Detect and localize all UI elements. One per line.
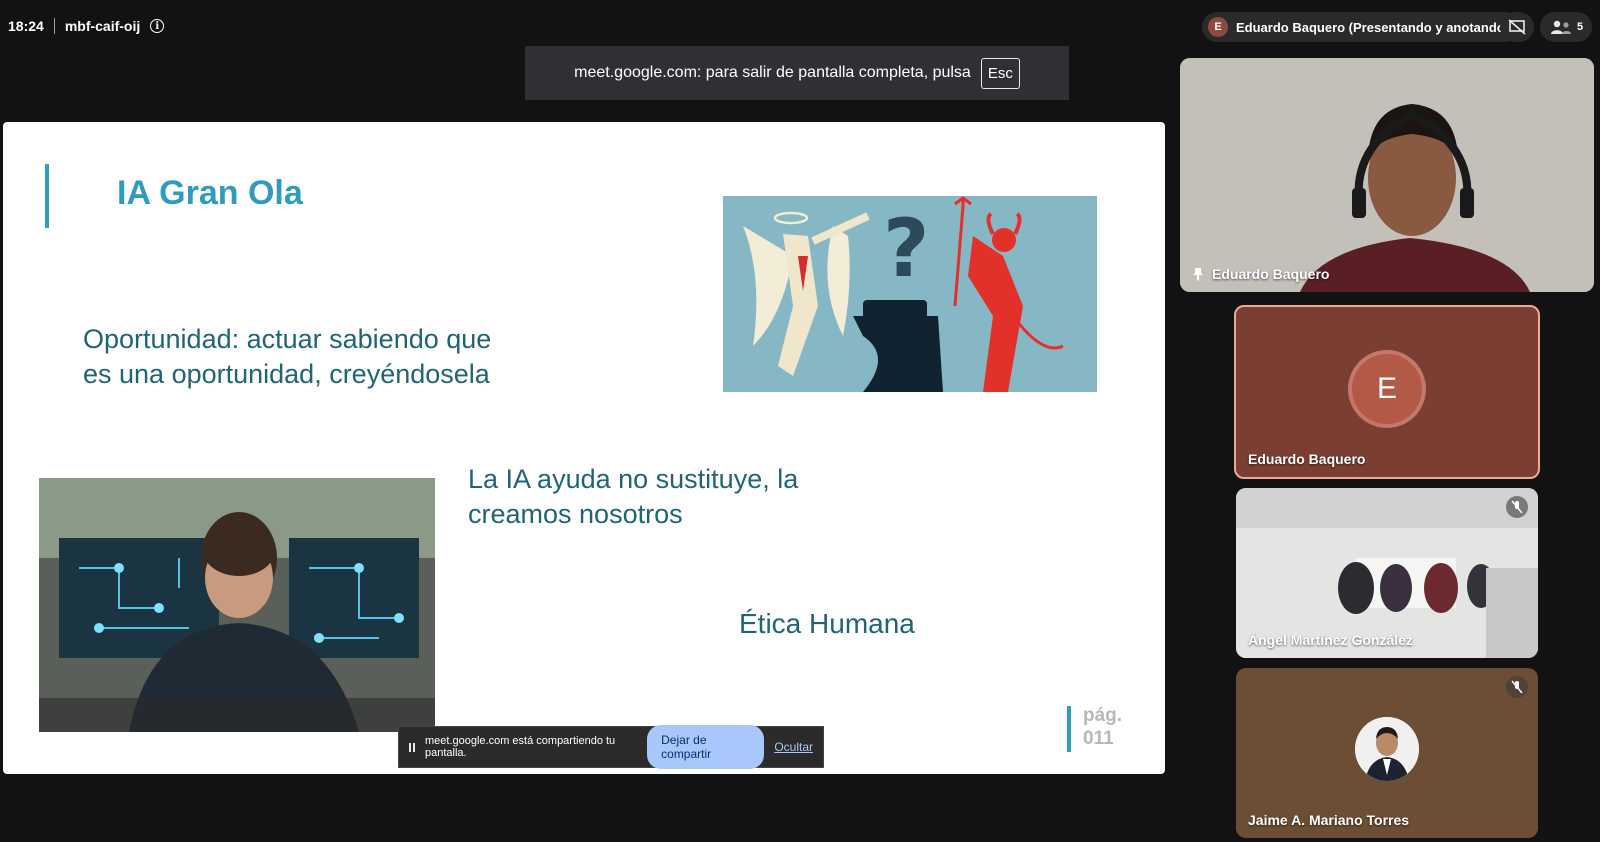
participant-name-tag: Eduardo Baquero — [1192, 266, 1329, 282]
page-accent-bar — [1067, 706, 1071, 752]
title-accent-bar — [45, 164, 49, 228]
stop-sharing-button[interactable]: Dejar de compartir — [647, 725, 765, 769]
page-label: pág. — [1083, 705, 1123, 726]
presenter-label: Eduardo Baquero (Presentando y anotando) — [1236, 19, 1510, 35]
meeting-code: mbf-caif-oij — [64, 18, 141, 34]
people-icon — [1550, 20, 1571, 34]
slide-text-opportunity: Oportunidad: actuar sabiendo que es una … — [83, 324, 492, 389]
participant-count: 5 — [1576, 21, 1584, 33]
participant-name: Ángel Martínez González — [1248, 632, 1413, 648]
participant-name: Jaime A. Mariano Torres — [1248, 812, 1410, 828]
participant-name-tag: Eduardo Baquero — [1248, 451, 1365, 467]
page-number: 011 — [1083, 728, 1114, 749]
esc-key[interactable]: Esc — [980, 57, 1020, 89]
drag-handle-icon[interactable] — [409, 742, 415, 752]
angel-devil-image: ? — [723, 196, 1097, 392]
presentation-off-button[interactable] — [1500, 12, 1534, 42]
slide-title: IA Gran Ola — [117, 174, 303, 212]
share-status-text: meet.google.com está compartiendo tu pan… — [425, 735, 616, 759]
participant-name-tag: Ángel Martínez González — [1248, 632, 1413, 648]
avatar — [1355, 717, 1419, 781]
fullscreen-text: meet.google.com: para salir de pantalla … — [574, 64, 971, 81]
mic-off-icon — [1506, 676, 1528, 698]
meet-window: 18:24 mbf-caif-oij i E Eduardo Baquero (… — [0, 0, 1600, 842]
participant-video — [1180, 58, 1594, 292]
svg-text:?: ? — [883, 202, 929, 295]
person-at-computer-image — [39, 478, 435, 732]
presentation-slide: IA Gran Ola Oportunidad: actuar sabiendo… — [3, 122, 1165, 774]
slide-text-ai-helps: La IA ayuda no sustituye, la creamos nos… — [468, 464, 799, 529]
participant-name-tag: Jaime A. Mariano Torres — [1248, 812, 1409, 828]
meeting-info: 18:24 mbf-caif-oij i — [8, 18, 165, 34]
avatar: E — [1208, 17, 1228, 37]
mic-off-icon — [1506, 496, 1528, 518]
participants-button[interactable]: 5 — [1540, 12, 1592, 42]
pin-icon — [1193, 268, 1203, 281]
participant-name: Eduardo Baquero — [1248, 451, 1366, 467]
hide-link[interactable]: Ocultar — [774, 740, 813, 754]
participant-name: Eduardo Baquero — [1212, 266, 1330, 282]
avatar: E — [1352, 354, 1422, 424]
participant-tile-main[interactable]: Eduardo Baquero — [1180, 58, 1594, 292]
info-icon[interactable]: i — [150, 19, 165, 33]
clock: 18:24 — [8, 18, 44, 34]
page-indicator: pág. 011 — [1083, 704, 1122, 750]
divider — [53, 18, 55, 34]
slide-text-ethics: Ética Humana — [739, 608, 915, 639]
fullscreen-banner: meet.google.com: para salir de pantalla … — [525, 46, 1069, 100]
present-off-icon — [1508, 19, 1526, 35]
screen-share-bar: meet.google.com está compartiendo tu pan… — [398, 725, 824, 769]
presenter-chip[interactable]: E Eduardo Baquero (Presentando y anotand… — [1202, 12, 1520, 42]
participant-tile-angel[interactable]: Ángel Martínez González — [1236, 488, 1538, 658]
participant-tile-eduardo[interactable]: E Eduardo Baquero — [1234, 305, 1540, 479]
participant-tile-jaime[interactable]: Jaime A. Mariano Torres — [1236, 668, 1538, 838]
